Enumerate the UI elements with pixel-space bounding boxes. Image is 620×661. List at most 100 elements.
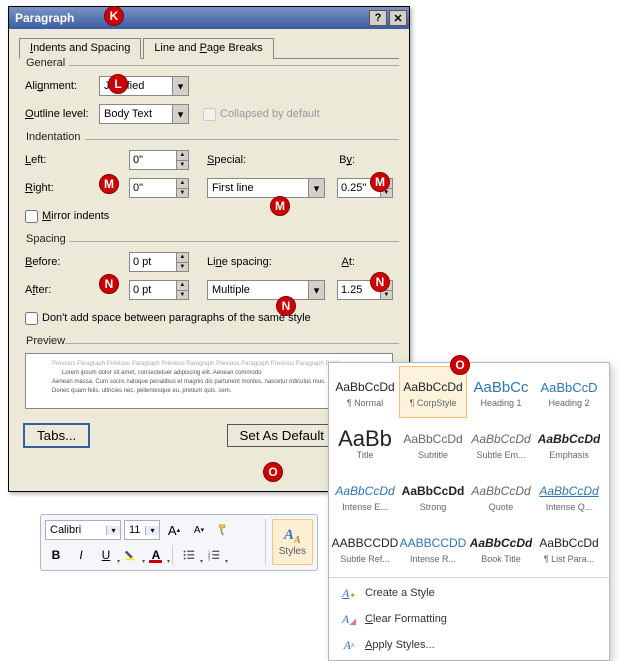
grow-font-button[interactable]: A▴ xyxy=(163,519,185,541)
marker-l: L xyxy=(108,74,128,94)
underline-button[interactable]: U▾ xyxy=(95,544,117,566)
style-name: Subtle Em... xyxy=(476,450,525,460)
font-color-button[interactable]: A ▾ xyxy=(145,544,167,566)
marker-m3: M xyxy=(370,172,390,192)
before-label: Before: xyxy=(25,256,99,268)
style-item[interactable]: AABBCCDDSubtle Ref... xyxy=(331,522,399,574)
bullets-button[interactable]: ▾ xyxy=(178,544,200,566)
style-name: Intense Q... xyxy=(546,502,593,512)
marker-n3: N xyxy=(370,272,390,292)
style-preview: AABBCCDD xyxy=(400,532,467,554)
marker-o2: O xyxy=(450,355,470,375)
style-item[interactable]: AaBbCcDdEmphasis xyxy=(535,418,603,470)
style-preview: AaBbCcDd xyxy=(335,480,394,502)
dialog-title: Paragraph xyxy=(15,11,367,25)
style-name: Quote xyxy=(489,502,514,512)
right-input[interactable]: ▲▼ xyxy=(129,178,189,198)
format-painter-button[interactable] xyxy=(213,519,235,541)
svg-text:3: 3 xyxy=(208,556,211,561)
after-label: After: xyxy=(25,284,99,296)
apply-styles-cmd[interactable]: Aᴀ Apply Styles... xyxy=(331,632,607,658)
marker-o: O xyxy=(263,462,283,482)
style-name: Emphasis xyxy=(549,450,589,460)
font-name-combo[interactable]: Calibri▾ xyxy=(45,520,121,540)
by-label: By: xyxy=(339,154,355,166)
marker-n: N xyxy=(99,274,119,294)
style-preview: AaBbCcDd xyxy=(335,376,394,398)
marker-m2: M xyxy=(270,196,290,216)
before-input[interactable]: ▲▼ xyxy=(129,252,189,272)
style-name: Heading 2 xyxy=(548,398,589,408)
font-size-combo[interactable]: 11▾ xyxy=(124,520,160,540)
mirror-checkbox[interactable]: Mirror indents xyxy=(25,210,109,223)
style-preview: AaBbCc xyxy=(473,376,528,398)
style-preview: AaBbCcDd xyxy=(470,532,533,554)
right-label: Right: xyxy=(25,182,99,194)
linespacing-combo[interactable]: Multiple▾ xyxy=(207,280,325,300)
styles-button[interactable]: AA Styles xyxy=(272,519,313,565)
style-preview: AaBbCcDd xyxy=(539,480,598,502)
style-preview: AaBbCcDd xyxy=(539,532,598,554)
style-preview: AaBbCcDd xyxy=(471,428,530,450)
bold-button[interactable]: B xyxy=(45,544,67,566)
style-item[interactable]: AaBbCcDdStrong xyxy=(399,470,467,522)
help-button[interactable]: ? xyxy=(369,10,387,26)
style-item[interactable]: AaBbCcDd¶ Normal xyxy=(331,366,399,418)
style-item[interactable]: AaBbCcDdQuote xyxy=(467,470,535,522)
style-item[interactable]: AaBbCcHeading 1 xyxy=(467,366,535,418)
linespacing-label: Line spacing: xyxy=(207,256,287,268)
style-item[interactable]: AaBbCcDdSubtle Em... xyxy=(467,418,535,470)
close-button[interactable]: ✕ xyxy=(389,10,407,26)
alignment-label: Alignment: xyxy=(25,80,99,92)
style-item[interactable]: AaBbCcDHeading 2 xyxy=(535,366,603,418)
titlebar[interactable]: Paragraph ? ✕ xyxy=(9,7,409,29)
general-group: General Alignment: Justified▾ Outline le… xyxy=(19,65,399,135)
left-input[interactable]: ▲▼ xyxy=(129,150,189,170)
style-name: Subtitle xyxy=(418,450,448,460)
clear-formatting-cmd[interactable]: A◢ Clear Formatting xyxy=(331,606,607,632)
style-preview: AABBCCDD xyxy=(332,532,399,554)
style-name: Subtle Ref... xyxy=(340,554,390,564)
collapsed-checkbox: Collapsed by default xyxy=(203,108,320,121)
numbering-button[interactable]: 123▾ xyxy=(203,544,225,566)
style-item[interactable]: AaBbCcDdSubtitle xyxy=(399,418,467,470)
style-item[interactable]: AaBbCcDdIntense E... xyxy=(331,470,399,522)
styles-gallery: AaBbCcDd¶ NormalAaBbCcDd¶ CorpStyleAaBbC… xyxy=(328,362,610,661)
highlight-button[interactable]: ▾ xyxy=(120,544,142,566)
style-preview: AaBbCcDd xyxy=(538,428,601,450)
style-item[interactable]: AaBbCcDdBook Title xyxy=(467,522,535,574)
indentation-group: Indentation Left: ▲▼ Special: By: Right:… xyxy=(19,139,399,237)
style-name: Book Title xyxy=(481,554,521,564)
style-name: ¶ CorpStyle xyxy=(410,398,457,408)
italic-button[interactable]: I xyxy=(70,544,92,566)
style-preview: AaBbCcDd xyxy=(471,480,530,502)
style-name: ¶ Normal xyxy=(347,398,383,408)
style-item[interactable]: AaBbCcDdIntense Q... xyxy=(535,470,603,522)
special-combo[interactable]: First line▾ xyxy=(207,178,325,198)
style-name: Heading 1 xyxy=(480,398,521,408)
style-preview: AaBb xyxy=(338,428,392,450)
shrink-font-button[interactable]: A▾ xyxy=(188,519,210,541)
tabs-button[interactable]: Tabs... xyxy=(23,423,90,448)
style-preview: AaBbCcD xyxy=(540,376,597,398)
create-style-icon: A✦ xyxy=(341,585,357,601)
eraser-icon: A◢ xyxy=(341,611,357,627)
style-item[interactable]: AABBCCDDIntense R... xyxy=(399,522,467,574)
tab-indents[interactable]: Indents and Spacing xyxy=(19,38,141,59)
style-item[interactable]: AaBbTitle xyxy=(331,418,399,470)
outline-combo[interactable]: Body Text▾ xyxy=(99,104,189,124)
style-item[interactable]: AaBbCcDd¶ List Para... xyxy=(535,522,603,574)
dontadd-checkbox[interactable]: Don't add space between paragraphs of th… xyxy=(25,312,311,325)
left-label: Left: xyxy=(25,154,99,166)
style-name: Intense R... xyxy=(410,554,456,564)
marker-n2: N xyxy=(276,296,296,316)
tab-breaks[interactable]: Line and Page Breaks xyxy=(143,38,273,59)
marker-k: K xyxy=(104,6,124,26)
default-button[interactable]: Set As Default xyxy=(227,424,337,447)
after-input[interactable]: ▲▼ xyxy=(129,280,189,300)
style-preview: AaBbCcDd xyxy=(403,376,462,398)
style-name: Intense E... xyxy=(342,502,388,512)
create-style-cmd[interactable]: A✦ Create a Style xyxy=(331,580,607,606)
style-name: ¶ List Para... xyxy=(544,554,594,564)
special-label: Special: xyxy=(207,154,287,166)
